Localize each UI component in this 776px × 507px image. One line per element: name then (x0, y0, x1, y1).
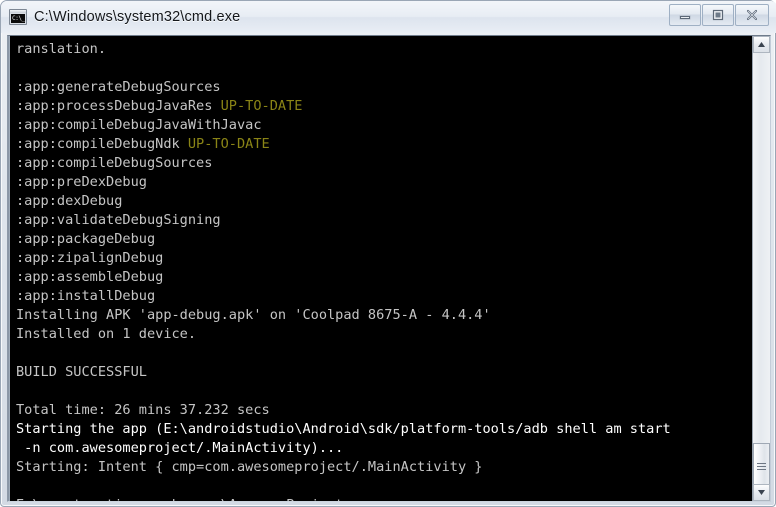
console-line: :app:validateDebugSigning (16, 211, 752, 230)
console-scrollbar[interactable] (752, 36, 770, 501)
console-line-text: E:\react_native_workspace\AwesomeProject… (16, 497, 352, 501)
console-line: :app:installDebug (16, 287, 752, 306)
console-line: Starting: Intent { cmp=com.awesomeprojec… (16, 458, 752, 477)
console-line-text: :app:assembleDebug (16, 269, 164, 285)
console-line-text: Starting the app (E:\androidstudio\Andro… (16, 421, 671, 437)
close-button[interactable] (735, 4, 769, 26)
scroll-up-arrow-icon (758, 42, 765, 47)
console-line-text: :app:generateDebugSources (16, 79, 221, 95)
scrollbar-thumb[interactable] (753, 443, 770, 489)
console-line: Total time: 26 mins 37.232 secs (16, 401, 752, 420)
thumb-grip-line (757, 462, 766, 464)
console-line-status: UP-TO-DATE (187, 136, 270, 152)
caption-buttons (669, 4, 769, 26)
console-line-text: :app:processDebugJavaRes (16, 98, 221, 114)
console-line: :app:zipalignDebug (16, 249, 752, 268)
console-line: :app:preDexDebug (16, 173, 752, 192)
cmd-icon: C:\_ (9, 9, 27, 25)
scroll-down-arrow-icon (758, 490, 765, 495)
console-line: :app:dexDebug (16, 192, 752, 211)
title-bar[interactable]: C:\_ C:\Windows\system32\cmd.exe (1, 1, 776, 33)
console-output[interactable]: ranslation. :app:generateDebugSources :app… (10, 36, 752, 501)
console-line: ranslation. (16, 40, 752, 59)
console-line-text: :app:validateDebugSigning (16, 212, 221, 228)
console-line-text: Starting: Intent { cmp=com.awesomeprojec… (16, 459, 483, 475)
console-line: Installing APK 'app-debug.apk' on 'Coolp… (16, 306, 752, 325)
console-line-text: :app:packageDebug (16, 231, 156, 247)
console-line-text: :app:compileDebugNdk (16, 136, 188, 152)
scroll-up-button[interactable] (753, 36, 770, 53)
console-line-text: BUILD SUCCESSFUL (16, 364, 147, 380)
console-line-text: Installing APK 'app-debug.apk' on 'Coolp… (16, 307, 491, 323)
console-line-text: :app:preDexDebug (16, 174, 147, 190)
console-line-status: UP-TO-DATE (220, 98, 303, 114)
console-line: :app:compileDebugJavaWithJavac (16, 116, 752, 135)
maximize-button[interactable] (702, 4, 734, 26)
maximize-icon (712, 9, 724, 21)
console-client-area: ranslation. :app:generateDebugSources :app… (7, 35, 771, 502)
close-icon (746, 9, 758, 21)
minimize-button[interactable] (669, 4, 701, 26)
console-line: :app:compileDebugSources (16, 154, 752, 173)
minimize-icon (679, 15, 691, 20)
console-line-text: Total time: 26 mins 37.232 secs (16, 402, 270, 418)
scroll-down-button[interactable] (753, 484, 770, 501)
thumb-grip-line (757, 468, 766, 470)
window-title: C:\Windows\system32\cmd.exe (34, 9, 241, 25)
console-line: :app:compileDebugNdk UP-TO-DATE (16, 135, 752, 154)
console-line-text: :app:installDebug (16, 288, 156, 304)
console-line-text: :app:zipalignDebug (16, 250, 164, 266)
console-line: :app:generateDebugSources (16, 78, 752, 97)
console-line-text: ranslation. (16, 41, 107, 57)
console-line: :app:packageDebug (16, 230, 752, 249)
console-line: -n com.awesomeproject/.MainActivity)... (16, 439, 752, 458)
console-line-text: Installed on 1 device. (16, 326, 197, 342)
cmd-window: C:\_ C:\Windows\system32\cmd.exe ranslat… (0, 0, 776, 507)
console-line: E:\react_native_workspace\AwesomeProject… (16, 496, 752, 501)
console-line-text: :app:compileDebugJavaWithJavac (16, 117, 262, 133)
console-line-text: :app:compileDebugSources (16, 155, 213, 171)
cmd-icon-screen: C:\_ (11, 13, 25, 23)
console-line: :app:assembleDebug (16, 268, 752, 287)
console-line-text: :app:dexDebug (16, 193, 123, 209)
console-line: :app:processDebugJavaRes UP-TO-DATE (16, 97, 752, 116)
console-line: Installed on 1 device. (16, 325, 752, 344)
console-line: BUILD SUCCESSFUL (16, 363, 752, 382)
console-line: Starting the app (E:\androidstudio\Andro… (16, 420, 752, 439)
console-line-text: -n com.awesomeproject/.MainActivity)... (16, 440, 344, 456)
thumb-grip-line (757, 465, 766, 467)
